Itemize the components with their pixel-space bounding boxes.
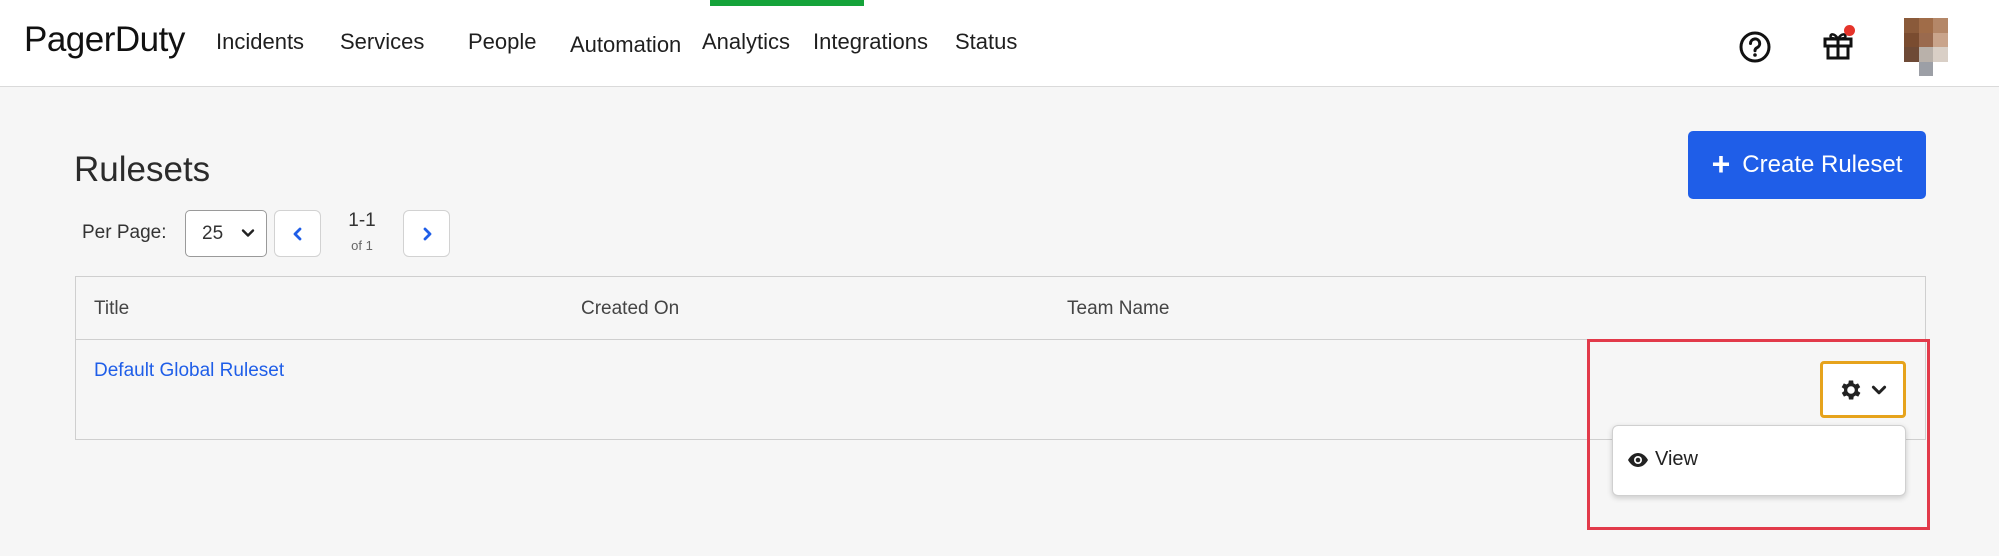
menu-item-view-label: View <box>1655 448 1698 470</box>
notification-dot <box>1844 25 1855 36</box>
nav-item-services[interactable]: Services <box>340 29 424 55</box>
nav-item-integrations[interactable]: Integrations <box>813 29 928 55</box>
table-header: Title Created On Team Name <box>76 277 1925 340</box>
column-header-title[interactable]: Title <box>94 298 129 320</box>
column-header-team-name[interactable]: Team Name <box>1067 298 1169 320</box>
nav-item-analytics[interactable]: Analytics <box>702 29 790 55</box>
nav-item-people[interactable]: People <box>468 29 537 55</box>
chevron-left-icon <box>293 227 301 240</box>
create-ruleset-label: Create Ruleset <box>1742 151 1903 178</box>
next-page-button[interactable] <box>403 210 450 257</box>
eye-icon <box>1628 452 1648 467</box>
create-ruleset-button[interactable]: + Create Ruleset <box>1688 131 1926 199</box>
plus-icon: + <box>1711 145 1731 182</box>
chevron-down-icon <box>241 229 255 237</box>
pagerduty-logo[interactable]: PagerDuty <box>24 20 185 60</box>
nav-item-status[interactable]: Status <box>955 29 1017 55</box>
column-header-created-on[interactable]: Created On <box>581 298 679 320</box>
nav-item-automation[interactable]: Automation <box>570 32 681 58</box>
nav-active-indicator <box>710 0 864 6</box>
row-actions-menu: View <box>1612 425 1906 496</box>
chevron-right-icon <box>423 227 431 240</box>
page-title: Rulesets <box>74 150 211 189</box>
user-avatar[interactable] <box>1904 18 1948 76</box>
per-page-select[interactable]: 25 <box>185 210 267 257</box>
row-actions-button[interactable] <box>1820 361 1906 418</box>
gear-icon <box>1841 379 1861 400</box>
nav-item-incidents[interactable]: Incidents <box>216 29 304 55</box>
per-page-label: Per Page: <box>82 222 167 243</box>
page-range: 1-1 <box>348 210 376 231</box>
top-navigation: PagerDuty Incidents Services People Auto… <box>0 0 1999 87</box>
chevron-down-icon <box>1871 385 1887 394</box>
per-page-value: 25 <box>202 222 224 244</box>
menu-item-view[interactable]: View <box>1627 448 1698 471</box>
help-icon[interactable] <box>1738 30 1772 64</box>
page-total: of 1 <box>351 238 373 253</box>
ruleset-title-link[interactable]: Default Global Ruleset <box>94 360 284 382</box>
previous-page-button[interactable] <box>274 210 321 257</box>
